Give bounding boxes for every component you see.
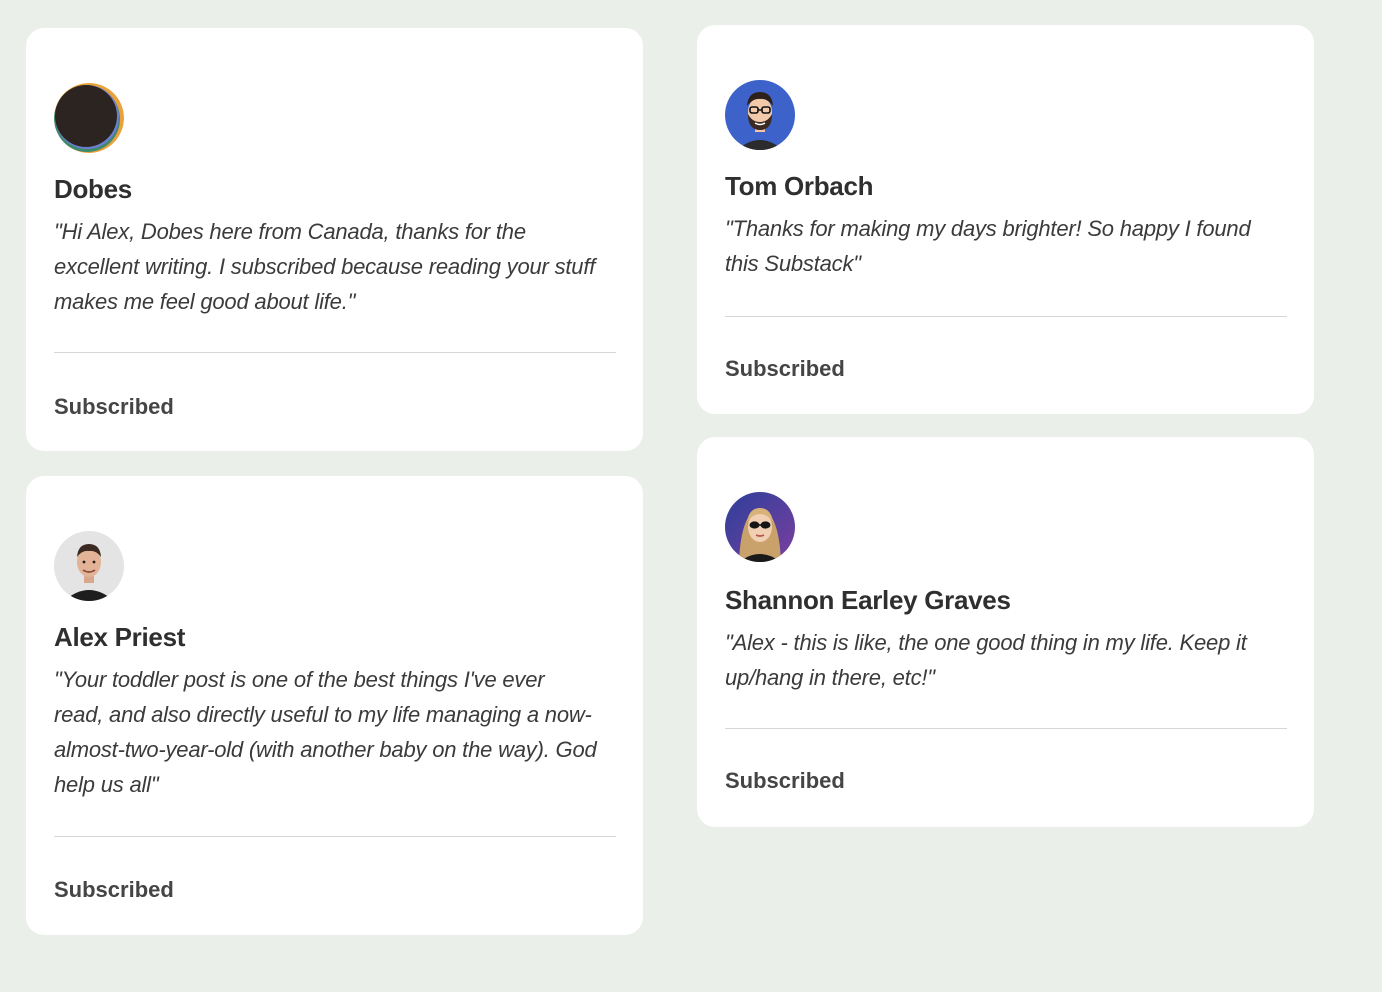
- avatar: [54, 531, 124, 601]
- testimonial-name: Shannon Earley Graves: [725, 585, 1011, 615]
- testimonial-card: Shannon Earley Graves "Alex - this is li…: [697, 437, 1314, 827]
- testimonial-card: Dobes "Hi Alex, Dobes here from Canada, …: [26, 28, 643, 451]
- testimonial-name: Dobes: [54, 174, 132, 204]
- divider: [54, 836, 616, 837]
- testimonial-card: Alex Priest "Your toddler post is one of…: [26, 476, 643, 935]
- avatar: [725, 492, 795, 562]
- woman-sunglasses-avatar-icon: [725, 492, 795, 562]
- testimonial-name: Tom Orbach: [725, 171, 874, 201]
- subscription-status: Subscribed: [54, 394, 174, 419]
- divider: [725, 316, 1287, 317]
- avatar: [725, 80, 795, 150]
- dark-circle-avatar-icon: [54, 83, 124, 153]
- testimonial-quote: "Thanks for making my days brighter! So …: [725, 216, 1251, 276]
- subscription-status: Subscribed: [725, 356, 845, 381]
- testimonial-quote: "Your toddler post is one of the best th…: [54, 667, 597, 797]
- subscription-status: Subscribed: [725, 768, 845, 793]
- testimonial-name: Alex Priest: [54, 622, 186, 652]
- testimonial-quote: "Hi Alex, Dobes here from Canada, thanks…: [54, 219, 596, 314]
- avatar: [54, 83, 124, 153]
- divider: [725, 728, 1287, 729]
- testimonial-card: Tom Orbach "Thanks for making my days br…: [697, 25, 1314, 414]
- bearded-man-cartoon-avatar-icon: [725, 80, 795, 150]
- testimonial-quote: "Alex - this is like, the one good thing…: [725, 630, 1247, 690]
- divider: [54, 352, 616, 353]
- subscription-status: Subscribed: [54, 877, 174, 902]
- man-portrait-avatar-icon: [54, 531, 124, 601]
